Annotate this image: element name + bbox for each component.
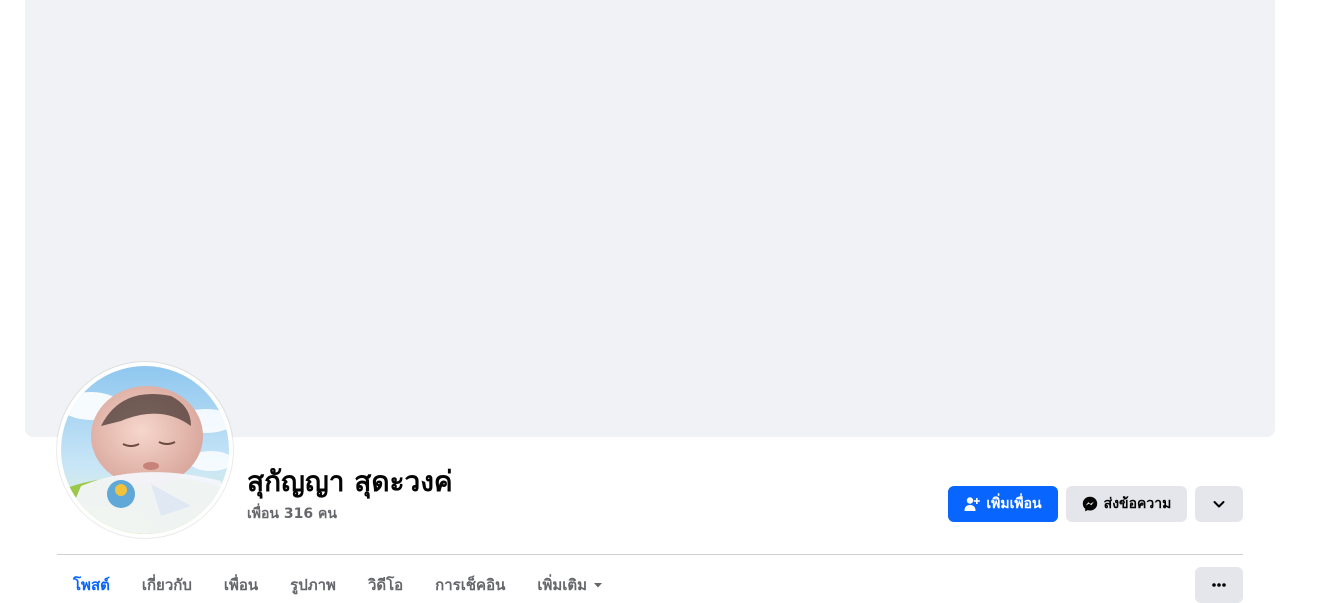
- avatar[interactable]: [61, 366, 229, 534]
- tab-more-label: เพิ่มเติม: [537, 575, 588, 594]
- more-options-button[interactable]: [1195, 567, 1243, 603]
- add-friend-label: เพิ่มเพื่อน: [986, 496, 1042, 512]
- tab-about[interactable]: เกี่ยวกับ: [126, 566, 208, 603]
- tab-friends[interactable]: เพื่อน: [208, 566, 274, 603]
- profile-tabs: โพสต์ เกี่ยวกับ เพื่อน รูปภาพ วิดีโอ การ…: [57, 566, 619, 603]
- tab-videos[interactable]: วิดีโอ: [352, 566, 419, 603]
- messenger-icon: [1082, 496, 1098, 512]
- tab-photos[interactable]: รูปภาพ: [274, 566, 352, 603]
- ellipsis-icon: [1211, 582, 1227, 588]
- profile-picture[interactable]: [57, 362, 233, 538]
- tab-more[interactable]: เพิ่มเติม: [521, 566, 619, 603]
- person-add-icon: [964, 496, 981, 512]
- message-button[interactable]: ส่งข้อความ: [1066, 486, 1187, 522]
- profile-name: สุกัญญา สุดะวงค่: [247, 465, 453, 498]
- divider: [57, 554, 1243, 555]
- tab-posts[interactable]: โพสต์: [57, 566, 126, 603]
- chevron-down-icon: [1212, 497, 1226, 511]
- profile-page: สุกัญญา สุดะวงค่ เพื่อน 316 คน เพิ่มเพื่…: [0, 0, 1323, 603]
- profile-options-dropdown[interactable]: [1195, 486, 1243, 522]
- add-friend-button[interactable]: เพิ่มเพื่อน: [948, 486, 1058, 522]
- message-label: ส่งข้อความ: [1103, 496, 1172, 512]
- cover-photo[interactable]: [25, 0, 1275, 437]
- tab-checkins[interactable]: การเช็คอิน: [419, 566, 521, 603]
- friends-count[interactable]: เพื่อน 316 คน: [247, 503, 337, 525]
- caret-down-icon: [593, 580, 603, 590]
